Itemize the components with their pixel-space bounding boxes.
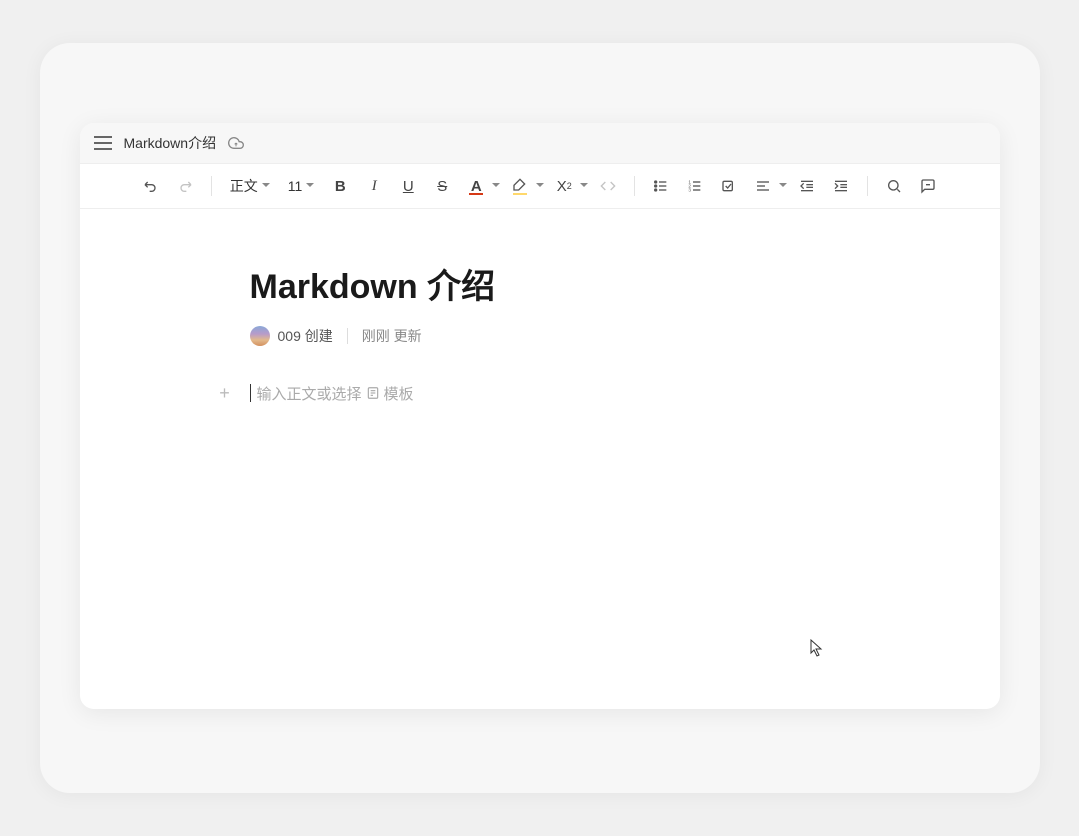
search-button[interactable] bbox=[880, 172, 908, 200]
placeholder-text: 输入正文或选择 bbox=[257, 383, 362, 404]
chevron-down-icon bbox=[536, 183, 544, 191]
chevron-down-icon bbox=[262, 183, 270, 191]
ordered-list-button[interactable]: 123 bbox=[681, 172, 709, 200]
alignment-button[interactable] bbox=[749, 172, 787, 200]
mouse-cursor-icon bbox=[810, 639, 824, 657]
creator-name: 009 bbox=[278, 328, 301, 344]
creator-action: 创建 bbox=[305, 328, 333, 344]
editor-area[interactable]: Markdown 介绍 009 创建 刚刚 更新 + bbox=[80, 209, 1000, 709]
toolbar-separator bbox=[634, 176, 635, 196]
template-link[interactable]: 模板 bbox=[384, 383, 414, 404]
superscript-button[interactable]: X2 bbox=[550, 172, 588, 200]
font-size-label: 11 bbox=[288, 178, 303, 194]
chevron-down-icon bbox=[779, 183, 787, 191]
unordered-list-button[interactable] bbox=[647, 172, 675, 200]
underline-button[interactable]: U bbox=[394, 172, 422, 200]
menu-icon[interactable] bbox=[94, 136, 112, 150]
cloud-sync-icon[interactable] bbox=[228, 135, 244, 151]
text-cursor bbox=[250, 384, 251, 402]
bold-button[interactable]: B bbox=[326, 172, 354, 200]
chevron-down-icon bbox=[306, 183, 314, 191]
italic-button[interactable]: I bbox=[360, 172, 388, 200]
header-bar: Markdown介绍 bbox=[80, 123, 1000, 164]
header-document-title[interactable]: Markdown介绍 bbox=[124, 133, 217, 153]
paragraph-style-label: 正文 bbox=[230, 176, 258, 196]
document-meta: 009 创建 刚刚 更新 bbox=[250, 326, 830, 346]
template-icon bbox=[366, 386, 380, 400]
toolbar-separator bbox=[867, 176, 868, 196]
text-color-button[interactable]: A bbox=[462, 172, 500, 200]
comment-button[interactable] bbox=[914, 172, 942, 200]
document-app-window: Markdown介绍 正文 11 bbox=[80, 123, 1000, 709]
update-label: 更新 bbox=[394, 328, 422, 344]
update-time: 刚刚 bbox=[362, 328, 390, 344]
avatar-icon bbox=[250, 326, 270, 346]
indent-button[interactable] bbox=[827, 172, 855, 200]
toolbar: 正文 11 B I U S A bbox=[80, 164, 1000, 209]
chevron-down-icon bbox=[492, 183, 500, 191]
update-info: 刚刚 更新 bbox=[362, 326, 422, 346]
svg-text:3: 3 bbox=[689, 187, 692, 192]
checklist-button[interactable] bbox=[715, 172, 743, 200]
font-size-select[interactable]: 11 bbox=[282, 172, 321, 200]
add-block-button[interactable]: + bbox=[214, 382, 236, 404]
paragraph-style-select[interactable]: 正文 bbox=[224, 172, 276, 200]
code-button[interactable] bbox=[594, 172, 622, 200]
outdent-button[interactable] bbox=[793, 172, 821, 200]
highlight-color-button[interactable] bbox=[506, 172, 544, 200]
redo-button[interactable] bbox=[171, 172, 199, 200]
toolbar-separator bbox=[211, 176, 212, 196]
editor-placeholder[interactable]: 输入正文或选择 模板 bbox=[250, 383, 414, 404]
meta-separator bbox=[347, 328, 348, 344]
strikethrough-button[interactable]: S bbox=[428, 172, 456, 200]
creator-info[interactable]: 009 创建 bbox=[250, 326, 333, 346]
chevron-down-icon bbox=[580, 183, 588, 191]
document-title[interactable]: Markdown 介绍 bbox=[250, 259, 830, 308]
undo-button[interactable] bbox=[137, 172, 165, 200]
